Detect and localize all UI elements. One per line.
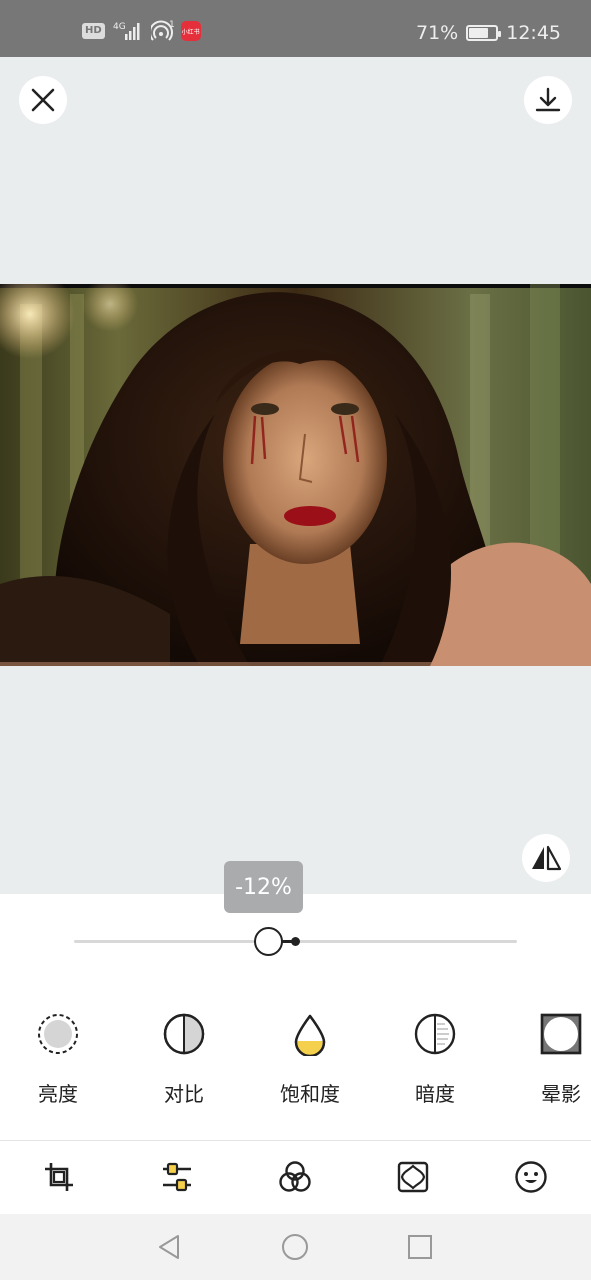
saturation-icon — [294, 1014, 326, 1056]
slider-value-tooltip: -12% — [224, 861, 303, 913]
app-badge-label: 小红书 — [181, 28, 200, 36]
system-nav-bar — [0, 1214, 591, 1280]
tool-shadows[interactable]: 暗度 — [380, 1012, 490, 1107]
home-icon — [282, 1234, 308, 1260]
portrait-image — [0, 284, 591, 666]
tab-filters[interactable] — [273, 1155, 317, 1199]
vignette-icon — [540, 1013, 582, 1055]
tool-label: 对比 — [164, 1082, 204, 1106]
nav-back-button[interactable] — [153, 1231, 185, 1263]
contrast-icon — [163, 1013, 205, 1055]
filter-icon — [279, 1161, 311, 1192]
back-icon — [159, 1235, 179, 1259]
app-notification-badge: 小红书 — [180, 21, 201, 41]
tool-label: 亮度 — [38, 1082, 78, 1106]
battery-icon — [466, 25, 502, 41]
hotspot-count: 1 — [169, 20, 175, 30]
tab-crop[interactable] — [37, 1155, 81, 1199]
clock: 12:45 — [506, 22, 561, 44]
crop-icon — [45, 1163, 73, 1191]
signal-icon: 4G — [113, 20, 143, 42]
brightness-icon — [38, 1014, 78, 1054]
tool-contrast[interactable]: 对比 — [129, 1012, 239, 1107]
battery-percent: 71% — [416, 22, 459, 44]
close-button[interactable] — [19, 76, 67, 124]
tool-label: 饱和度 — [280, 1082, 340, 1106]
shadow-icon — [414, 1013, 456, 1055]
tab-frame[interactable] — [391, 1155, 435, 1199]
nav-home-button[interactable] — [279, 1231, 311, 1263]
adjust-tools: 亮度 对比 饱和度 暗度 晕影 — [0, 1012, 591, 1122]
nav-recents-button[interactable] — [404, 1231, 436, 1263]
tool-brightness[interactable]: 亮度 — [3, 1012, 113, 1107]
tab-adjust[interactable] — [155, 1155, 199, 1199]
compare-button[interactable] — [522, 834, 570, 882]
editor-tabs — [0, 1141, 591, 1214]
sticker-icon — [515, 1161, 547, 1193]
frame-icon — [397, 1161, 429, 1193]
tool-saturation[interactable]: 饱和度 — [255, 1012, 365, 1107]
recents-icon — [408, 1235, 432, 1259]
photo-preview[interactable] — [0, 284, 591, 666]
compare-icon — [532, 845, 562, 871]
download-button[interactable] — [524, 76, 572, 124]
network-type-label: 4G — [113, 22, 126, 32]
tool-label: 暗度 — [415, 1082, 455, 1106]
tool-label: 晕影 — [541, 1082, 581, 1106]
slider-value-label: -12% — [235, 874, 292, 900]
adjust-icon — [163, 1162, 191, 1192]
slider-zero-marker — [291, 937, 300, 946]
slider-thumb[interactable] — [254, 927, 283, 956]
tab-stickers[interactable] — [509, 1155, 553, 1199]
hd-badge: HD — [82, 23, 105, 39]
download-icon — [535, 87, 561, 112]
tool-vignette[interactable]: 晕影 — [506, 1012, 591, 1107]
status-bar: HD 4G 1 小红书 71% 12:45 — [0, 0, 591, 57]
status-icons-left: HD 4G 1 小红书 — [82, 20, 201, 42]
close-icon — [31, 88, 55, 112]
status-icons-right: 71% 12:45 — [416, 22, 561, 44]
hotspot-icon: 1 — [148, 20, 175, 42]
